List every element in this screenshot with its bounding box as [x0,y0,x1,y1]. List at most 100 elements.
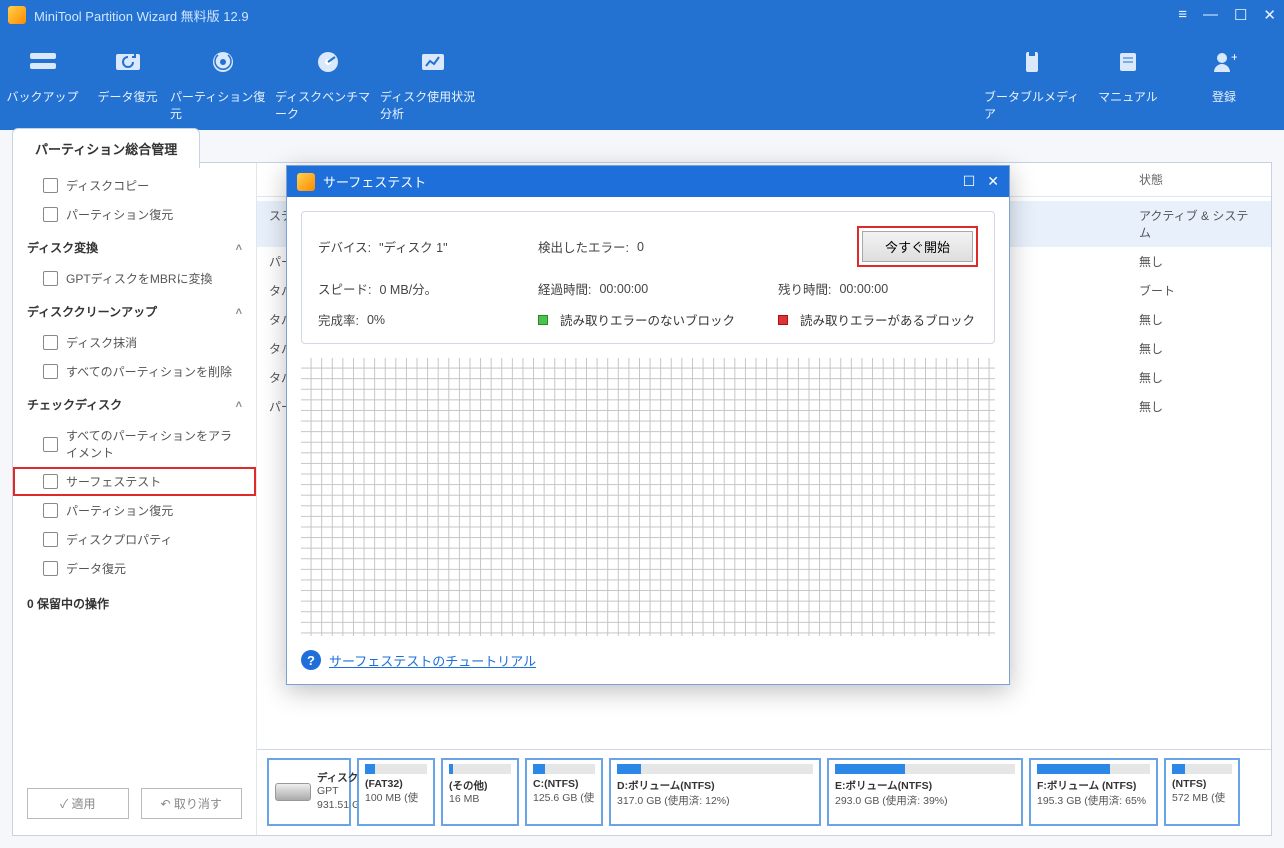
progress-label: 完成率: [318,310,359,329]
sidebar-item-delete-all[interactable]: すべてのパーティションを削除 [13,357,256,386]
legend-err-icon [778,315,788,325]
close-icon[interactable]: ✕ [1263,6,1276,24]
dialog-logo-icon [297,173,315,191]
partition-recovery-small-icon [43,207,58,222]
backup-icon [27,46,59,78]
sidebar-group-disk-convert[interactable]: ディスク変換˄ [13,229,256,264]
titlebar: MiniTool Partition Wizard 無料版 12.9 ≡ — ☐… [0,0,1284,30]
legend-err-label: 読み取りエラーがあるブロック [800,310,975,329]
data-recovery-icon [112,46,144,78]
menu-icon[interactable]: ≡ [1178,6,1187,24]
app-logo-icon [8,6,26,24]
remaining-value: 00:00:00 [839,282,888,296]
chevron-up-icon: ˄ [236,399,242,411]
elapsed-value: 00:00:00 [599,282,648,296]
row-status-text: ブート [1139,282,1259,299]
device-value: "ディスク 1" [379,237,447,256]
partition-box[interactable]: F:ボリューム (NTFS)195.3 GB (使用済: 65% [1029,758,1158,826]
convert-icon [43,271,58,286]
toolbar-disk-usage[interactable]: ディスク使用状況分析 [380,38,485,122]
partition-recovery-icon [207,46,239,78]
sidebar-item-disk-copy[interactable]: ディスクコピー [13,171,256,200]
row-status-text: アクティブ & システム [1139,207,1259,241]
main-toolbar: バックアップ データ復元 パーティション復元 ディスクベンチマーク ディスク使用… [0,30,1284,130]
toolbar-register[interactable]: + 登録 [1176,38,1272,122]
speed-label: スピード: [318,279,371,298]
row-status-text: 無し [1139,253,1259,270]
surface-test-dialog: サーフェステスト ☐ ✕ デバイス: "ディスク 1" 検出したエラー: 0 今すぐ… [286,165,1010,685]
register-icon: + [1208,46,1240,78]
chevron-up-icon: ˄ [236,306,242,318]
errors-value: 0 [637,240,644,254]
row-status-text: 無し [1139,311,1259,328]
tutorial-link-row: ? サーフェステストのチュートリアル [301,650,995,670]
surface-test-info-card: デバイス: "ディスク 1" 検出したエラー: 0 今すぐ開始 スピード: 0 MB/… [301,211,995,344]
hdd-icon [275,783,311,801]
usage-icon [417,46,449,78]
dialog-maximize-icon[interactable]: ☐ [963,173,976,190]
svg-text:+: + [1231,50,1237,64]
sidebar-item-align-all[interactable]: すべてのパーティションをアライメント [13,421,256,467]
row-status-text: 無し [1139,398,1259,415]
toolbar-disk-benchmark[interactable]: ディスクベンチマーク [275,38,380,122]
elapsed-label: 経過時間: [538,279,591,298]
row-status-text: 無し [1139,369,1259,386]
sidebar: ディスクコピー パーティション復元 ディスク変換˄ GPTディスクをMBRに変換… [13,163,257,835]
sidebar-item-surface-test[interactable]: サーフェステスト [13,467,256,496]
sidebar-item-disk-properties[interactable]: ディスクプロパティ [13,525,256,554]
sidebar-group-check-disk[interactable]: チェックディスク˄ [13,386,256,421]
legend-ok-label: 読み取りエラーのないブロック [560,310,735,329]
tutorial-link[interactable]: サーフェステストのチュートリアル [329,651,536,670]
disk-map-area: ディスク 1GPT931.51 GB(FAT32)100 MB (使(その他)1… [257,749,1271,835]
dialog-title: サーフェステスト [323,172,426,191]
maximize-icon[interactable]: ☐ [1234,6,1247,24]
sidebar-item-partition-recovery[interactable]: パーティション復元 [13,200,256,229]
data-recovery-small-icon [43,561,58,576]
sidebar-item-wipe-disk[interactable]: ディスク抹消 [13,328,256,357]
toolbar-partition-recovery[interactable]: パーティション復元 [170,38,275,122]
toolbar-bootable-media[interactable]: ブータブルメディア [984,38,1080,122]
disk-map: ディスク 1GPT931.51 GB(FAT32)100 MB (使(その他)1… [267,758,1261,826]
dialog-close-icon[interactable]: ✕ [987,173,999,190]
app-window: MiniTool Partition Wizard 無料版 12.9 ≡ — ☐… [0,0,1284,848]
bootable-media-icon [1016,46,1048,78]
partition-box[interactable]: C:(NTFS)125.6 GB (使 [525,758,603,826]
partition-box[interactable]: E:ボリューム(NTFS)293.0 GB (使用済: 39%) [827,758,1023,826]
app-title: MiniTool Partition Wizard 無料版 12.9 [34,6,249,25]
sidebar-item-data-recovery2[interactable]: データ復元 [13,554,256,583]
toolbar-backup[interactable]: バックアップ [0,38,85,105]
toolbar-data-recovery[interactable]: データ復元 [85,38,170,105]
surface-test-icon [43,474,58,489]
remaining-label: 残り時間: [778,279,831,298]
partition-box[interactable]: (FAT32)100 MB (使 [357,758,435,826]
sidebar-group-cleanup[interactable]: ディスククリーンアップ˄ [13,293,256,328]
pending-operations-label: 0 保留中の操作 [13,583,256,624]
disk-copy-icon [43,178,58,193]
undo-button[interactable]: ↶ 取り消す [141,788,243,819]
minimize-icon[interactable]: — [1203,6,1218,24]
start-now-button[interactable]: 今すぐ開始 [862,231,973,262]
partition-box[interactable]: (NTFS)572 MB (使 [1164,758,1240,826]
speed-value: 0 MB/分。 [379,279,437,298]
device-label: デバイス: [318,237,371,256]
align-icon [43,437,58,452]
chevron-up-icon: ˄ [236,242,242,254]
errors-label: 検出したエラー: [538,237,629,256]
legend-ok-icon [538,315,548,325]
progress-value: 0% [367,313,385,327]
partition-box[interactable]: (その他)16 MB [441,758,519,826]
sidebar-item-gpt-to-mbr[interactable]: GPTディスクをMBRに変換 [13,264,256,293]
sidebar-item-partition-recovery2[interactable]: パーティション復元 [13,496,256,525]
block-grid [301,358,995,636]
benchmark-icon [312,46,344,78]
apply-button[interactable]: ✓ 適用 [27,788,129,819]
delete-icon [43,364,58,379]
start-button-highlight: 今すぐ開始 [857,226,978,267]
partition-box[interactable]: D:ボリューム(NTFS)317.0 GB (使用済: 12%) [609,758,821,826]
toolbar-manual[interactable]: マニュアル [1080,38,1176,122]
row-status-text: 無し [1139,340,1259,357]
dialog-titlebar: サーフェステスト ☐ ✕ [287,166,1009,197]
wipe-icon [43,335,58,350]
disk-header-box[interactable]: ディスク 1GPT931.51 GB [267,758,351,826]
tab-partition-management[interactable]: パーティション総合管理 [12,128,200,168]
